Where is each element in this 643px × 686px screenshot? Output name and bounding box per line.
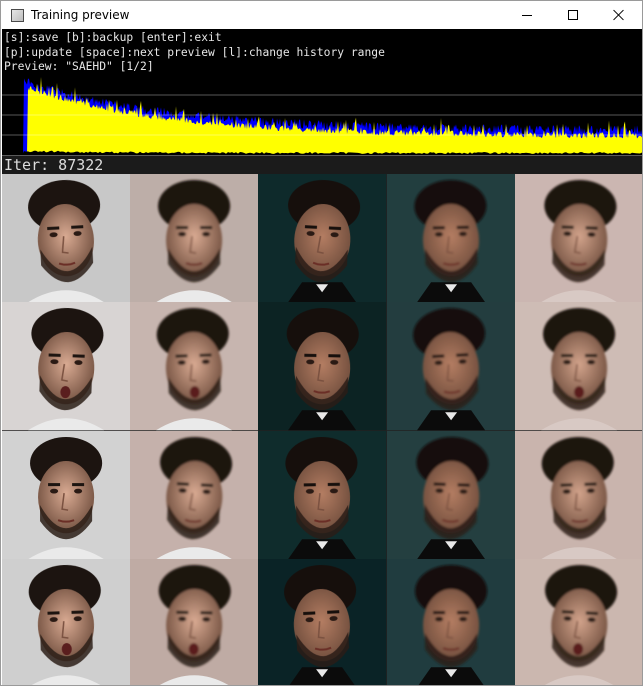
face-thumbnail bbox=[258, 302, 387, 431]
preview-cell-r3-c5 bbox=[514, 430, 642, 559]
face-thumbnail bbox=[386, 558, 515, 685]
iteration-bar: Iter: 87322 bbox=[2, 155, 642, 174]
app-window-icon bbox=[11, 8, 24, 22]
face-thumbnail bbox=[2, 302, 131, 431]
face-thumbnail bbox=[386, 174, 515, 303]
face-thumbnail bbox=[386, 430, 515, 559]
preview-cell-r4-c3 bbox=[258, 558, 387, 685]
preview-cell-r2-c1 bbox=[2, 302, 131, 431]
loss-history-graph bbox=[2, 75, 642, 155]
title-bar[interactable]: Training preview bbox=[1, 1, 642, 29]
preview-cell-r4-c1 bbox=[2, 558, 131, 685]
minimize-button[interactable] bbox=[504, 1, 550, 29]
preview-cell-r3-c1 bbox=[2, 430, 131, 559]
iteration-counter: Iter: 87322 bbox=[4, 156, 104, 174]
loss-graph-canvas bbox=[2, 77, 642, 155]
preview-cell-r2-c4 bbox=[386, 302, 515, 431]
face-thumbnail bbox=[514, 430, 642, 559]
face-thumbnail bbox=[258, 558, 387, 685]
maximize-icon bbox=[568, 10, 578, 20]
face-thumbnail bbox=[386, 302, 515, 431]
maximize-button[interactable] bbox=[550, 1, 596, 29]
close-button[interactable] bbox=[596, 1, 642, 29]
face-thumbnail bbox=[514, 174, 642, 303]
preview-cell-r3-c3 bbox=[258, 430, 387, 559]
preview-cell-r1-c2 bbox=[130, 174, 259, 303]
face-thumbnail bbox=[2, 558, 131, 685]
face-thumbnail bbox=[514, 302, 642, 431]
face-thumbnail bbox=[130, 558, 259, 685]
preview-name-line: Preview: "SAEHD" [1/2] bbox=[4, 60, 154, 74]
close-icon bbox=[613, 9, 625, 21]
face-thumbnail bbox=[130, 174, 259, 303]
preview-cell-r3-c2 bbox=[130, 430, 259, 559]
help-line-update: [p]:update [space]:next preview [l]:chan… bbox=[4, 45, 385, 59]
face-thumbnail bbox=[130, 302, 259, 431]
face-thumbnail bbox=[258, 430, 387, 559]
preview-cell-r2-c2 bbox=[130, 302, 259, 431]
face-thumbnail bbox=[2, 430, 131, 559]
face-thumbnail bbox=[514, 558, 642, 685]
preview-cell-r4-c5 bbox=[514, 558, 642, 685]
minimize-icon bbox=[522, 14, 532, 16]
preview-cell-r1-c5 bbox=[514, 174, 642, 303]
preview-cell-r2-c3 bbox=[258, 302, 387, 431]
face-thumbnail bbox=[258, 174, 387, 303]
face-thumbnail bbox=[130, 430, 259, 559]
help-line-save: [s]:save [b]:backup [enter]:exit bbox=[4, 31, 222, 44]
face-thumbnail bbox=[2, 174, 131, 303]
src-loss-series bbox=[2, 77, 642, 155]
help-console: [s]:save [b]:backup [enter]:exit [p]:upd… bbox=[2, 29, 642, 75]
preview-cell-r4-c2 bbox=[130, 558, 259, 685]
preview-grid bbox=[2, 174, 642, 685]
preview-cell-r3-c4 bbox=[386, 430, 515, 559]
preview-cell-r1-c4 bbox=[386, 174, 515, 303]
window-title: Training preview bbox=[31, 8, 130, 22]
preview-cell-r1-c1 bbox=[2, 174, 131, 303]
preview-cell-r4-c4 bbox=[386, 558, 515, 685]
preview-cell-r2-c5 bbox=[514, 302, 642, 431]
preview-cell-r1-c3 bbox=[258, 174, 387, 303]
window-controls bbox=[504, 1, 642, 29]
training-preview-window: Training preview [s]:save [b]:backup [en… bbox=[0, 0, 643, 686]
